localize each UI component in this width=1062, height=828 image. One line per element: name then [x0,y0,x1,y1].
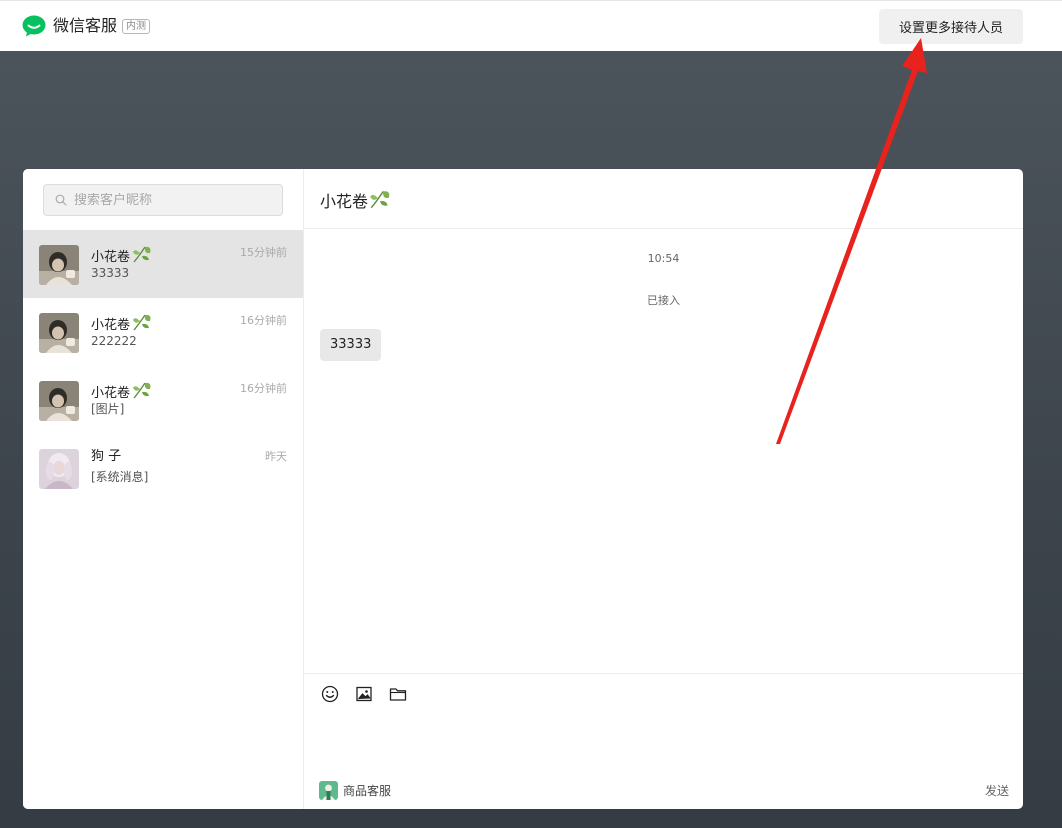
wechat-logo-icon [22,15,46,37]
app-name: 微信客服 [53,16,118,35]
set-more-agents-button[interactable]: 设置更多接待人员 [879,9,1023,44]
conversation-item[interactable]: 小花卷 [图片] 16分钟前 [23,366,303,434]
send-button[interactable]: 发送 [985,782,1009,799]
conversation-time: 昨天 [265,450,287,463]
conversation-time: 15分钟前 [240,246,287,259]
conversation-time: 16分钟前 [240,382,287,395]
chat-title-text: 小花卷 [320,192,369,211]
system-message: 已接入 [647,294,680,307]
image-icon [356,686,372,702]
customer-avatar [39,313,79,353]
customer-avatar [39,381,79,421]
emoji-button[interactable] [320,684,340,704]
conversation-name-text: 小花卷 [91,250,131,265]
customer-service-panel: 小花卷 33333 15分钟前 小 [23,169,1023,809]
beta-badge: 内测 [122,18,151,34]
conversation-time: 16分钟前 [240,314,287,327]
agent-name: 商品客服 [343,784,392,798]
message-timestamp: 10:54 [647,252,680,265]
conversation-last-message: 222222 [91,334,137,348]
agent-avatar [319,781,338,800]
chat-window: 小花卷 10:54 已接入 33333 商品客服 发送 [304,169,1023,809]
conversation-item[interactable]: 小花卷 222222 16分钟前 [23,298,303,366]
leaf-emoji-icon [133,382,151,399]
chat-header: 小花卷 [304,169,1023,229]
leaf-emoji-icon [133,314,151,331]
conversation-last-message: 33333 [91,266,130,280]
conversation-last-message: [图片] [91,402,125,416]
brand: 微信客服 内测 [22,15,151,37]
conversation-sidebar: 小花卷 33333 15分钟前 小 [23,169,304,809]
search-icon [55,194,67,206]
conversation-name: 小花卷 [91,244,153,267]
message-bubble: 33333 [320,329,382,361]
leaf-emoji-icon [133,246,151,263]
conversation-name-text: 小花卷 [91,318,131,333]
conversation-item[interactable]: 狗 子 [系统消息] 昨天 [23,434,303,502]
folder-icon [389,688,407,701]
customer-avatar [39,245,79,285]
conversation-name-text: 狗 子 [91,449,122,464]
search-input[interactable] [74,192,274,208]
file-button[interactable] [388,684,408,704]
message-composer: 商品客服 发送 [304,673,1023,809]
emoji-icon [321,685,339,703]
image-button[interactable] [354,684,374,704]
conversation-list: 小花卷 33333 15分钟前 小花卷 222222 16分钟前 小花卷 [图片… [23,230,303,502]
conversation-name: 小花卷 [91,312,153,335]
agent-account[interactable]: 商品客服 [319,781,391,800]
customer-avatar [39,449,79,489]
search-box[interactable] [43,184,283,216]
conversation-name: 狗 子 [91,448,121,466]
conversation-name: 小花卷 [91,380,153,403]
conversation-item[interactable]: 小花卷 33333 15分钟前 [23,230,303,298]
chat-title: 小花卷 [320,187,392,214]
conversation-name-text: 小花卷 [91,386,131,401]
leaf-emoji-icon [370,190,390,209]
conversation-last-message: [系统消息] [91,470,149,484]
top-bar: 微信客服 内测 设置更多接待人员 [0,0,1062,51]
